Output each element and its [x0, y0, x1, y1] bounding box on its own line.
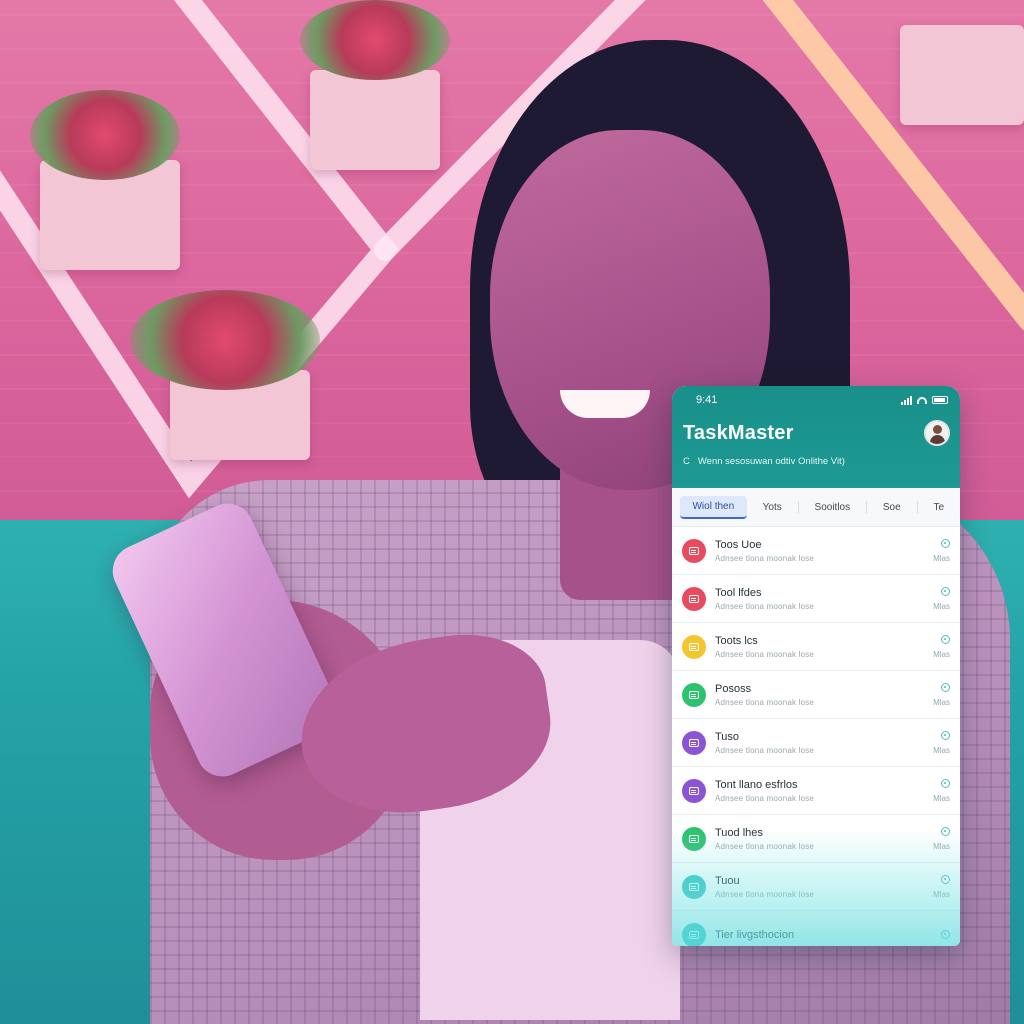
task-subtitle: Adnsee tlona moonak lose — [715, 793, 815, 803]
task-row[interactable]: Tont llano esfrlos Adnsee tlona moonak lo… — [672, 767, 960, 815]
task-row[interactable]: Tuou Adnsee tlona moonak lose Mlas — [672, 863, 960, 911]
avatar[interactable] — [924, 420, 950, 446]
task-row[interactable]: Pososs Adnsee tlona moonak lose Mlas — [672, 671, 960, 719]
tab-divider — [866, 501, 867, 513]
wall-planter — [900, 25, 1024, 125]
task-subtitle: Adnsee tlona moonak lose — [715, 745, 815, 755]
task-title: Toots lcs — [715, 634, 758, 647]
info-icon[interactable] — [941, 538, 950, 548]
subtitle-text: Wenn sesosuwan odtiv Onlithe Vit) — [697, 456, 845, 467]
info-icon[interactable] — [941, 634, 950, 644]
calendar-icon — [682, 586, 706, 611]
tab-3[interactable]: Sooitlos — [807, 497, 859, 518]
info-icon[interactable] — [941, 826, 950, 836]
task-title: Tool lfdes — [715, 586, 762, 599]
status-time: 9:41 — [696, 394, 718, 406]
task-subtitle: Adnsee tlona moonak lose — [715, 697, 815, 707]
task-row[interactable]: Tuod lhes Adnsee tlona moonak lose Mlas — [672, 815, 960, 863]
info-icon[interactable] — [941, 586, 950, 596]
calendar-icon — [682, 682, 706, 707]
task-time: Mlas — [933, 649, 950, 659]
task-title: Tuod lhes — [715, 826, 763, 839]
status-icons — [901, 395, 948, 405]
task-time: Mlas — [933, 601, 950, 611]
app-header: 9:41 TaskMaster C Wenn sesosuwan odtiv O… — [672, 386, 960, 488]
task-title: Tier livgsthocion — [715, 928, 795, 941]
task-subtitle: Adnsee tlona moonak lose — [715, 841, 815, 851]
task-subtitle: Adnsee tlona moonak lose — [715, 649, 815, 659]
calendar-icon — [682, 874, 706, 899]
calendar-icon — [682, 634, 706, 659]
task-row[interactable]: Toots lcs Adnsee tlona moonak lose Mlas — [672, 623, 960, 671]
task-row[interactable]: Tool lfdes Adnsee tlona moonak lose Mlas — [672, 575, 960, 623]
task-title: Tont llano esfrlos — [715, 778, 798, 791]
info-icon[interactable] — [941, 778, 950, 788]
tab-bar: Wiol then Yots Sooitlos Soe Te — [672, 488, 960, 527]
task-row[interactable]: Tier livgsthocion — [672, 911, 960, 946]
task-title: Tuso — [715, 730, 740, 743]
tab-1[interactable]: Wiol then — [680, 495, 747, 519]
calendar-icon — [682, 538, 706, 563]
title-row: TaskMaster — [672, 420, 960, 446]
info-icon[interactable] — [941, 874, 950, 884]
task-time: Mlas — [933, 793, 950, 803]
info-icon[interactable] — [941, 730, 950, 740]
task-row[interactable]: Toos Uoe Adnsee tlona moonak lose Mlas — [672, 527, 960, 575]
task-time: Mlas — [933, 697, 950, 707]
task-time: Mlas — [933, 841, 950, 851]
wall-planter — [310, 70, 440, 170]
planter-flowers — [130, 290, 320, 390]
calendar-icon — [682, 922, 706, 946]
taskmaster-app-screen: 9:41 TaskMaster C Wenn sesosuwan odtiv O… — [672, 386, 960, 946]
calendar-icon — [682, 778, 706, 803]
tab-divider — [916, 501, 918, 513]
app-title: TaskMaster — [683, 421, 794, 444]
planter-flowers — [300, 0, 450, 80]
info-icon[interactable] — [941, 930, 950, 939]
task-subtitle: Adnsee tlona moonak lose — [715, 553, 815, 563]
tab-4[interactable]: Soe — [875, 497, 909, 518]
task-list: Toos Uoe Adnsee tlona moonak lose Mlas To… — [672, 527, 960, 946]
planter-flowers — [30, 90, 180, 180]
task-time: Mlas — [933, 889, 950, 899]
task-subtitle: Adnsee tlona moonak lose — [715, 889, 815, 899]
task-subtitle: Adnsee tlona moonak lose — [715, 601, 815, 611]
calendar-icon — [682, 730, 706, 755]
task-time: Mlas — [933, 553, 950, 563]
status-bar: 9:41 — [672, 386, 960, 414]
tab-2[interactable]: Yots — [755, 497, 790, 518]
tab-divider — [797, 501, 799, 513]
signal-icon — [901, 395, 912, 405]
wifi-icon — [917, 396, 927, 404]
task-row[interactable]: Tuso Adnsee tlona moonak lose Mlas — [672, 719, 960, 767]
task-title: Toos Uoe — [715, 538, 762, 551]
battery-icon — [932, 396, 948, 404]
task-title: Pososs — [715, 682, 752, 695]
info-icon[interactable] — [941, 682, 950, 692]
task-title: Tuou — [715, 874, 740, 887]
task-time: Mlas — [933, 745, 950, 755]
app-subtitle: C Wenn sesosuwan odtiv Onlithe Vit) — [672, 456, 960, 467]
person-smile — [560, 390, 650, 418]
subtitle-icon: C — [683, 456, 690, 467]
calendar-icon — [682, 826, 706, 851]
tab-5[interactable]: Te — [925, 497, 952, 518]
